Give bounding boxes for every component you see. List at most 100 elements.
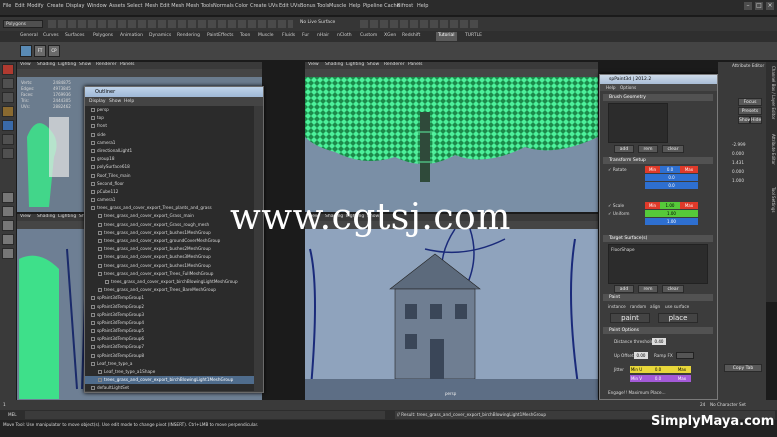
sppaint-title[interactable]: spPaint3d | 2012.2 <box>600 75 717 84</box>
layout-four-icon[interactable] <box>2 206 14 217</box>
expand-icon[interactable] <box>98 239 102 243</box>
rotate-max[interactable]: Max <box>680 166 698 173</box>
outliner-row[interactable]: spPaint3dTempGroup3 <box>85 311 255 319</box>
expand-icon[interactable] <box>91 386 95 391</box>
vp3-menu-lighting[interactable]: Lighting <box>58 214 76 219</box>
outliner-row[interactable]: persp <box>85 106 255 114</box>
menu-window[interactable]: Window <box>87 3 107 9</box>
tab-toon[interactable]: Toon <box>238 32 252 41</box>
shelf-icon-1[interactable] <box>20 45 32 57</box>
menu-create[interactable]: Create <box>47 3 64 9</box>
section-paint-options[interactable]: Paint Options <box>603 327 713 334</box>
layout-two-icon[interactable] <box>2 220 14 231</box>
tab-nhair[interactable]: nHair <box>315 32 331 41</box>
expand-icon[interactable] <box>98 222 102 227</box>
tab-general[interactable]: General <box>18 32 40 41</box>
uniform-checkbox[interactable]: ✓ Uniform <box>608 211 630 216</box>
menu-muscle[interactable]: Muscle <box>329 3 346 9</box>
menu-file[interactable]: File <box>3 3 11 9</box>
expand-icon[interactable] <box>91 140 95 145</box>
expand-icon[interactable] <box>91 198 95 203</box>
remove-brush-button[interactable]: rem <box>638 145 658 153</box>
move-tool-icon[interactable] <box>2 106 14 117</box>
outliner-row[interactable]: camera1 <box>85 139 255 147</box>
expand-icon[interactable] <box>98 288 102 293</box>
select-tool-icon[interactable] <box>2 64 14 75</box>
status-line-icons[interactable] <box>48 20 293 28</box>
ramp-fx-dropdown[interactable] <box>676 352 694 359</box>
expand-icon[interactable] <box>91 337 95 342</box>
up-offset-field[interactable]: 0.00 <box>634 352 648 359</box>
last-tool-icon[interactable] <box>2 148 14 159</box>
tab-tutorial[interactable]: Tutorial <box>436 32 457 41</box>
scale-min[interactable]: Min <box>645 202 660 209</box>
tab-painteffects[interactable]: PaintEffects <box>205 32 235 41</box>
expand-icon[interactable] <box>91 320 95 325</box>
vp2-menu-shading[interactable]: Shading <box>325 62 343 67</box>
paint-select-icon[interactable] <box>2 92 14 103</box>
rotate-val-2[interactable]: 0.0 <box>645 174 698 181</box>
scale-tool-icon[interactable] <box>2 134 14 145</box>
tab-xgen[interactable]: XGen <box>382 32 398 41</box>
channel-val-5[interactable]: 1.000 <box>732 178 744 183</box>
tab-polygons[interactable]: Polygons <box>91 32 115 41</box>
outliner-row[interactable]: trees_grass_and_cover_export_bushes1Mesh… <box>85 262 255 270</box>
outliner-row[interactable]: trees_grass_and_cover_export_bushes2Mesh… <box>85 245 255 253</box>
time-end[interactable]: 24 <box>700 402 705 407</box>
section-paint[interactable]: Paint <box>603 294 713 301</box>
opt-instance[interactable]: instance <box>608 304 626 309</box>
add-brush-button[interactable]: add <box>614 145 634 153</box>
target-surface-item[interactable]: FloorShape <box>611 247 635 252</box>
expand-icon[interactable] <box>91 304 95 309</box>
side-tab-tool-settings[interactable]: Tool Settings <box>767 187 776 212</box>
show-button[interactable]: Show <box>738 116 751 124</box>
menu-help[interactable]: Help <box>349 3 360 9</box>
tab-fluids[interactable]: Fluids <box>280 32 297 41</box>
mel-label[interactable]: MEL <box>8 412 17 417</box>
menu-edit[interactable]: Edit <box>15 3 25 9</box>
channel-val-2[interactable]: 0.000 <box>732 151 744 156</box>
outliner-row[interactable]: defaultLightSet <box>85 384 255 391</box>
outliner-row[interactable]: Second_floor <box>85 180 255 188</box>
layout-graph-icon[interactable] <box>2 248 14 259</box>
tab-turtle[interactable]: TURTLE <box>463 32 484 41</box>
menu-select[interactable]: Select <box>127 3 142 9</box>
vp-menu-renderer[interactable]: Renderer <box>96 62 117 67</box>
menu-color[interactable]: Color <box>235 3 248 9</box>
expand-icon[interactable] <box>98 230 102 235</box>
channel-val-1[interactable]: -2.999 <box>732 142 746 147</box>
expand-icon[interactable] <box>91 165 95 170</box>
vp-menu-view[interactable]: View <box>20 62 31 67</box>
vp-menu-panels[interactable]: Panels <box>120 62 134 67</box>
outliner-row[interactable]: front <box>85 122 255 130</box>
outliner-row[interactable]: trees_grass_and_cover_export_birchBlowin… <box>85 278 255 286</box>
scale-val-3[interactable]: 1.00 <box>645 218 698 225</box>
expand-icon[interactable] <box>91 157 95 162</box>
jitter-u-val[interactable]: 0.0 <box>643 366 673 373</box>
jitter-min-u[interactable]: Min U <box>630 366 643 373</box>
outliner-row[interactable]: pCube112 <box>85 188 255 196</box>
rotate-tool-icon[interactable] <box>2 120 14 131</box>
expand-icon[interactable] <box>98 378 102 383</box>
jitter-v-val[interactable]: 0.0 <box>643 375 673 382</box>
sppaint-menu-options[interactable]: Options <box>620 85 636 90</box>
tab-curves[interactable]: Curves <box>41 32 61 41</box>
menu-bifrost[interactable]: Bifrost <box>397 3 413 9</box>
expand-icon[interactable] <box>105 279 109 284</box>
vp-menu-show[interactable]: Show <box>79 62 91 67</box>
outliner-row[interactable]: spPaint3dTempGroup8 <box>85 352 255 360</box>
expand-icon[interactable] <box>91 353 95 358</box>
clear-target-button[interactable]: clear <box>662 285 684 293</box>
expand-icon[interactable] <box>91 329 95 334</box>
outliner-row[interactable]: group18 <box>85 155 255 163</box>
outliner-scrollbar[interactable] <box>254 106 263 391</box>
brush-geometry-list[interactable] <box>608 103 668 143</box>
character-set-label[interactable]: No Character Set <box>710 402 746 407</box>
tab-redshift[interactable]: Redshift <box>400 32 422 41</box>
scale-val-2[interactable]: 1.00 <box>645 210 698 217</box>
rotate-checkbox[interactable]: ✓ Rotate <box>608 167 627 172</box>
tab-custom[interactable]: Custom <box>358 32 379 41</box>
section-brush-geometry[interactable]: Brush Geometry <box>603 94 713 101</box>
menu-help-2[interactable]: Help <box>417 3 428 9</box>
channel-val-3[interactable]: 1.431 <box>732 160 744 165</box>
